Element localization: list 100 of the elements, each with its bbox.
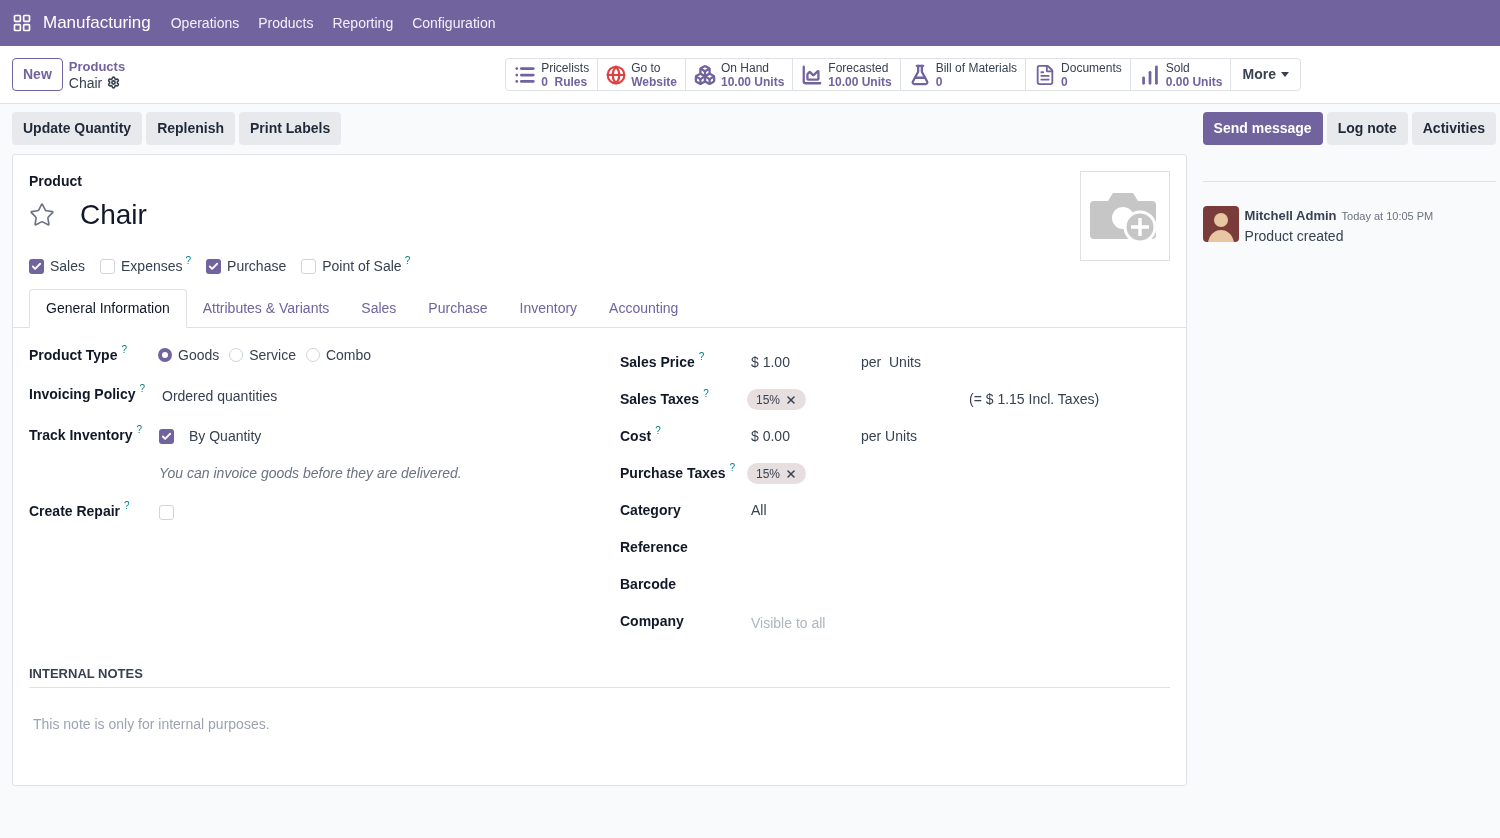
action-button[interactable]: Print Labels <box>239 112 342 145</box>
radio-label: Goods <box>178 345 220 365</box>
help-mark[interactable]: ? <box>121 344 127 355</box>
checkbox[interactable] <box>206 259 222 274</box>
avatar <box>1202 206 1239 242</box>
field-label: Company <box>620 612 684 631</box>
checkbox[interactable] <box>159 505 174 520</box>
help-mark[interactable]: ? <box>729 463 736 473</box>
tab[interactable]: Sales <box>345 289 413 328</box>
smart-button[interactable]: Sold 0.00 Units <box>1130 59 1232 90</box>
field-label: Barcode <box>620 575 677 594</box>
message-author: Mitchell Admin <box>1244 207 1337 225</box>
smart-button[interactable]: Documents 0 <box>1026 59 1131 90</box>
field-label: Category <box>620 501 681 520</box>
smart-button-value: Website <box>631 74 677 89</box>
check-icon <box>208 261 220 272</box>
smart-button[interactable]: Pricelists 0 Rules <box>506 59 599 90</box>
field-label: Purchase Taxes <box>620 464 726 483</box>
action-button[interactable]: Replenish <box>146 112 236 145</box>
action-button[interactable]: Update Quantity <box>12 112 143 145</box>
product-name[interactable]: Chair <box>80 194 147 236</box>
globe-icon <box>606 64 627 85</box>
menu-item[interactable]: Reporting <box>332 12 394 34</box>
field-label: Reference <box>620 538 688 557</box>
tab[interactable]: Accounting <box>593 289 695 328</box>
chatter-button[interactable]: Activities <box>1411 112 1496 145</box>
smart-button-label: Sold <box>1165 60 1191 75</box>
radio-label: Combo <box>325 345 372 365</box>
menu-item[interactable]: Operations <box>170 12 240 34</box>
field-value[interactable]: $ 1.00 <box>751 352 861 373</box>
breadcrumb-current: Chair <box>68 74 103 91</box>
field-caption: Product <box>29 172 83 191</box>
checkbox[interactable] <box>29 259 44 274</box>
checkbox-label: Expenses <box>121 257 183 276</box>
field-value[interactable]: $ 0.00 <box>751 426 861 447</box>
field-value[interactable]: All <box>751 500 767 521</box>
tax-tag[interactable]: 15% <box>747 463 807 484</box>
help-mark[interactable]: ? <box>139 384 146 394</box>
smart-button[interactable]: Forecasted 10.00 Units <box>793 59 901 90</box>
smart-button-label: Go to <box>631 60 662 75</box>
help-mark[interactable]: ? <box>185 256 192 266</box>
checkbox[interactable] <box>301 259 317 274</box>
field-value[interactable]: Ordered quantities <box>162 386 278 407</box>
tax-tag[interactable]: 15% <box>747 389 807 410</box>
favorite-star-icon[interactable] <box>29 202 55 228</box>
smart-button-label: Bill of Materials <box>935 60 1018 75</box>
help-mark[interactable]: ? <box>136 424 143 435</box>
checkbox-label: By Quantity <box>189 427 262 446</box>
chatter-button[interactable]: Send message <box>1202 112 1323 145</box>
smart-button-label: Forecasted <box>828 60 890 75</box>
smart-button[interactable]: On Hand 10.00 Units <box>685 59 794 90</box>
unit-label: per Units <box>861 427 918 446</box>
unit-label: per Units <box>861 353 921 372</box>
message-body: Product created <box>1244 226 1345 246</box>
help-mark[interactable]: ? <box>404 256 411 266</box>
smart-button-value: 10.00 Units <box>720 74 785 89</box>
field-label: Sales Price <box>620 353 695 372</box>
help-mark[interactable]: ? <box>698 352 705 362</box>
tab[interactable]: Purchase <box>412 289 504 328</box>
smart-button-value: 0 <box>935 74 944 89</box>
tab[interactable]: General Information <box>29 289 187 328</box>
checkbox[interactable] <box>159 429 174 444</box>
field-label: Product Type <box>29 345 118 365</box>
message-time: Today at 10:05 PM <box>1341 209 1434 224</box>
smart-button-value: 0 Rules <box>541 74 589 89</box>
smart-button-label: Pricelists <box>541 60 590 75</box>
menu-item[interactable]: Products <box>258 12 314 34</box>
smart-button[interactable]: Go to Website <box>598 59 686 90</box>
tax-included-note: (= $ 1.15 Incl. Taxes) <box>969 390 1100 409</box>
remove-icon[interactable] <box>785 393 798 406</box>
radio-button[interactable] <box>158 348 172 362</box>
field-label: Invoicing Policy <box>29 385 136 404</box>
help-mark[interactable]: ? <box>703 389 709 399</box>
app-title[interactable]: Manufacturing <box>43 10 151 36</box>
chatter-button[interactable]: Log note <box>1326 112 1408 145</box>
tab[interactable]: Attributes & Variants <box>186 289 346 328</box>
apps-menu-icon[interactable] <box>12 13 32 33</box>
smart-button-value: 0 <box>1061 74 1069 89</box>
new-button[interactable]: New <box>12 58 63 91</box>
smart-button[interactable]: Bill of Materials 0 <box>900 59 1027 90</box>
section-title: INTERNAL NOTES <box>29 666 143 681</box>
tab[interactable]: Inventory <box>503 289 594 328</box>
radio-label: Service <box>249 345 296 365</box>
remove-icon[interactable] <box>785 467 798 480</box>
check-icon <box>31 261 42 272</box>
breadcrumb-link[interactable]: Products <box>68 58 126 75</box>
field-label: Create Repair <box>29 501 121 521</box>
smart-button-label: On Hand <box>720 60 770 75</box>
menu-item[interactable]: Configuration <box>412 12 496 34</box>
smart-button-label: Documents <box>1061 60 1122 75</box>
field-label: Cost <box>620 427 652 446</box>
help-mark[interactable]: ? <box>124 500 130 511</box>
smart-button-value: 10.00 Units <box>828 74 892 89</box>
settings-icon[interactable] <box>107 76 121 89</box>
help-mark[interactable]: ? <box>655 426 661 436</box>
more-button[interactable]: More <box>1231 59 1300 90</box>
smart-button-value: 0.00 Units <box>1165 74 1223 89</box>
boxes-icon <box>693 63 716 86</box>
checkbox-label: Point of Sale <box>322 257 402 276</box>
checkbox[interactable] <box>100 259 116 274</box>
